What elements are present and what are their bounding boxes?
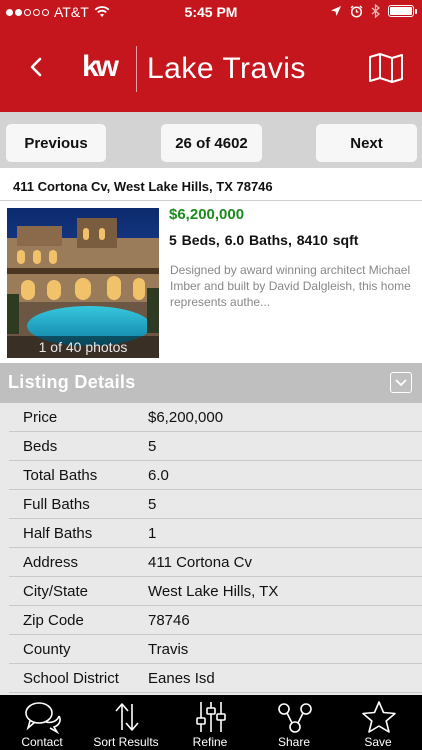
star-icon: [362, 701, 396, 733]
detail-label: Price: [23, 409, 58, 426]
listing-price: $6,200,000: [169, 206, 245, 223]
listing-summary-card: 1 of 40 photos $6,200,000 5 Beds, 6.0 Ba…: [0, 201, 422, 363]
listing-photo[interactable]: 1 of 40 photos: [7, 208, 159, 358]
detail-row: School District Eanes Isd: [9, 664, 422, 693]
detail-label: Total Baths: [23, 467, 98, 484]
sort-arrows-icon: [115, 703, 139, 731]
detail-label: City/State: [23, 583, 89, 600]
tab-contact[interactable]: Contact: [0, 695, 84, 750]
tab-refine[interactable]: Refine: [168, 695, 252, 750]
map-icon[interactable]: [368, 52, 404, 84]
listing-details-table: Price $6,200,000 Beds 5 Total Baths 6.0 Ful…: [0, 403, 422, 693]
detail-value: Eanes Isd: [148, 670, 215, 687]
bottom-tab-bar: Contact Sort Results Refine Share Save: [0, 695, 422, 750]
logo-divider: [136, 46, 137, 92]
tab-label: Share: [277, 735, 311, 749]
detail-value: 1: [148, 525, 157, 542]
status-bar: AT&T 5:45 PM: [0, 0, 422, 24]
tab-sort-results[interactable]: Sort Results: [84, 695, 168, 750]
back-chevron-icon[interactable]: [22, 52, 52, 82]
detail-row: Total Baths 6.0: [9, 461, 422, 490]
detail-value: West Lake Hills, TX: [148, 583, 279, 600]
section-title: Listing Details: [8, 372, 136, 392]
detail-row: City/State West Lake Hills, TX: [9, 577, 422, 606]
detail-label: Full Baths: [23, 496, 90, 513]
detail-label: School District: [23, 670, 119, 687]
detail-row: Beds 5: [9, 432, 422, 461]
chat-bubbles-icon: [25, 702, 61, 734]
listing-pager: Previous 26 of 4602 Next: [0, 112, 422, 168]
detail-label: Half Baths: [23, 525, 93, 542]
share-icon: [278, 703, 312, 733]
page-title: Lake Travis: [147, 52, 306, 85]
listing-position: 26 of 4602: [161, 124, 262, 162]
detail-value: 5: [148, 438, 157, 455]
tab-label: Save: [364, 735, 392, 749]
listing-description[interactable]: Designed by award winning architect Mich…: [170, 262, 412, 310]
detail-value: $6,200,000: [148, 409, 224, 426]
photo-count: 1 of 40 photos: [7, 336, 159, 358]
detail-row: Half Baths 1: [9, 519, 422, 548]
detail-label: County: [23, 641, 71, 658]
battery-icon: [388, 5, 417, 17]
tab-label: Contact: [21, 735, 63, 749]
detail-row: Full Baths 5: [9, 490, 422, 519]
detail-row: Address 411 Cortona Cv: [9, 548, 422, 577]
detail-label: Beds: [23, 438, 58, 455]
kw-logo: kw: [82, 50, 119, 83]
detail-label: Zip Code: [23, 612, 84, 629]
location-arrow-icon: [331, 6, 341, 16]
tab-share[interactable]: Share: [252, 695, 336, 750]
detail-row: County Travis: [9, 635, 422, 664]
detail-value: 5: [148, 496, 157, 513]
navigation-bar: kw Lake Travis: [0, 24, 422, 112]
detail-value: Travis: [148, 641, 189, 658]
detail-row: Zip Code 78746: [9, 606, 422, 635]
detail-value: 6.0: [148, 467, 169, 484]
tab-label: Refine: [192, 735, 228, 749]
detail-row: Price $6,200,000: [9, 403, 422, 432]
sliders-icon: [196, 702, 226, 732]
listing-details-header[interactable]: Listing Details: [0, 363, 422, 403]
listing-specs: 5 Beds, 6.0 Baths, 8410 sqft: [169, 232, 359, 248]
tab-label: Sort Results: [93, 735, 159, 749]
next-button[interactable]: Next: [316, 124, 417, 162]
chevron-down-icon[interactable]: [390, 372, 412, 393]
previous-button[interactable]: Previous: [6, 124, 106, 162]
tab-save[interactable]: Save: [336, 695, 420, 750]
bluetooth-icon: [371, 4, 380, 18]
detail-label: Address: [23, 554, 79, 571]
detail-value: 411 Cortona Cv: [148, 554, 252, 571]
listing-address: 411 Cortona Cv, West Lake Hills, TX 7874…: [0, 168, 422, 201]
alarm-clock-icon: [350, 4, 363, 18]
detail-value: 78746: [148, 612, 190, 629]
